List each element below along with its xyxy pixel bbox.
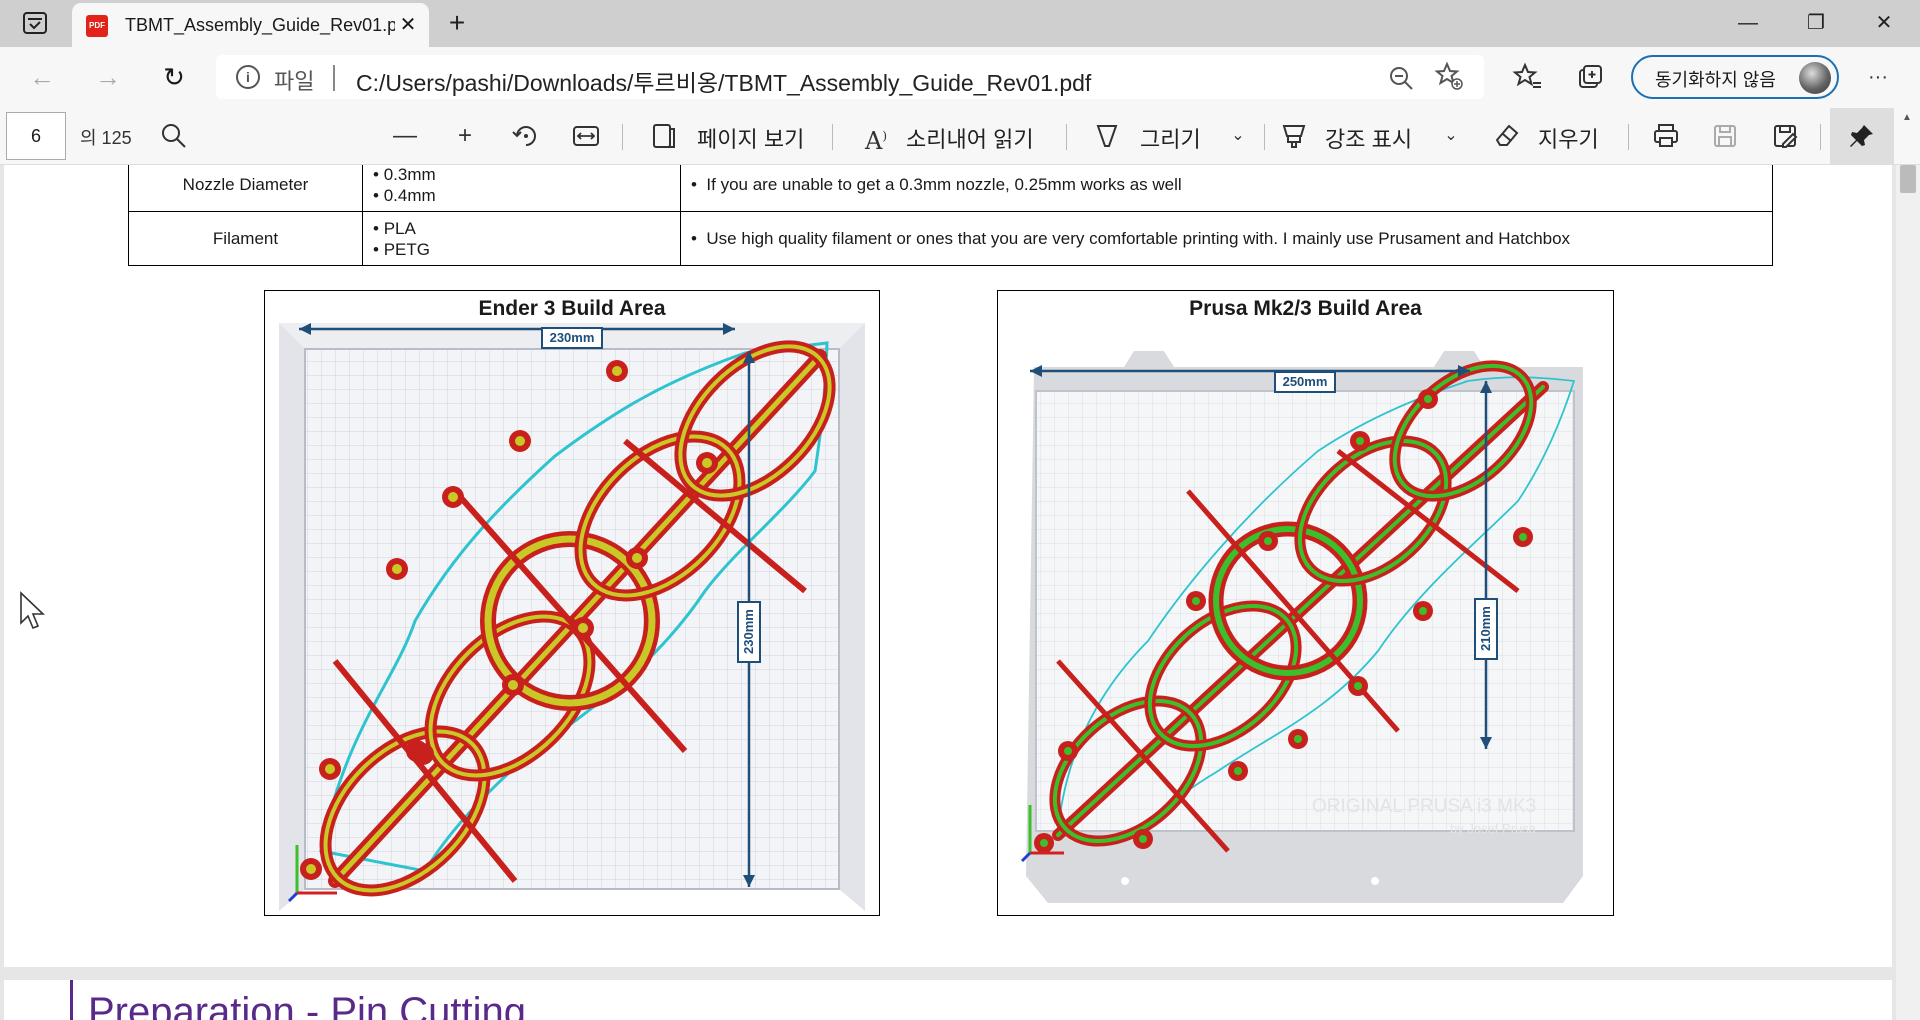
draw-button[interactable]: 그리기 bbox=[1140, 122, 1201, 154]
spec-values: • 0.3mm • 0.4mm bbox=[362, 165, 681, 212]
pin-toolbar-button[interactable] bbox=[1830, 108, 1894, 165]
highlight-button[interactable]: 강조 표시 bbox=[1325, 122, 1412, 154]
printer-watermark: ORIGINAL PRUSA i3 MK3 bbox=[1312, 796, 1537, 817]
toolbar-divider bbox=[1820, 124, 1821, 150]
minimize-button[interactable]: — bbox=[1718, 4, 1778, 42]
address-bar[interactable]: i 파일 C:/Users/pashi/Downloads/투르비옹/TBMT_… bbox=[216, 55, 1484, 99]
spec-note: • Use high quality filament or ones that… bbox=[680, 211, 1773, 266]
read-aloud-icon[interactable]: A) bbox=[860, 120, 892, 155]
print-icon[interactable] bbox=[1650, 120, 1682, 152]
toolbar-divider bbox=[622, 124, 623, 150]
restore-button[interactable]: ❐ bbox=[1786, 4, 1846, 42]
height-label: 210mm bbox=[1474, 598, 1498, 660]
pdf-page: Preparation - Pin Cutting bbox=[4, 980, 1892, 1020]
forward-button[interactable]: → bbox=[90, 59, 126, 95]
ender-build-area-figure: Ender 3 Build Area 230mm 230mm bbox=[264, 290, 880, 916]
back-button[interactable]: ← bbox=[24, 59, 60, 95]
toolbar-divider bbox=[1628, 124, 1629, 150]
highlight-dropdown-chevron-down-icon[interactable]: ⌄ bbox=[1435, 120, 1467, 152]
pdf-file-icon: PDF bbox=[86, 15, 108, 37]
tab-active[interactable]: PDF TBMT_Assembly_Guide_Rev01.pdf ✕ bbox=[72, 3, 429, 47]
printer-watermark-sub: by Josef Prusa bbox=[1450, 821, 1536, 836]
spec-note-text: Use high quality filament or ones that y… bbox=[706, 228, 1571, 248]
draw-icon[interactable] bbox=[1091, 120, 1123, 152]
spec-name: Filament bbox=[128, 211, 363, 266]
fit-width-icon[interactable] bbox=[570, 120, 602, 152]
read-aloud-button[interactable]: 소리내어 읽기 bbox=[906, 122, 1034, 154]
scroll-up-arrow-icon[interactable]: ▲ bbox=[1902, 112, 1912, 123]
spec-value: 0.4mm bbox=[383, 185, 436, 205]
vertical-scrollbar[interactable] bbox=[1896, 165, 1920, 1020]
pin-icon bbox=[1850, 125, 1873, 147]
pdf-page: Nozzle Diameter • 0.3mm • 0.4mm • If you … bbox=[4, 165, 1892, 967]
more-menu-button[interactable]: ··· bbox=[1862, 61, 1894, 93]
spec-values: • PLA • PETG bbox=[362, 211, 681, 266]
spec-note: • If you are unable to get a 0.3mm nozzl… bbox=[680, 165, 1773, 212]
spec-value: PLA bbox=[383, 218, 416, 238]
section-heading: Preparation - Pin Cutting bbox=[88, 990, 527, 1020]
page-view-button[interactable]: 페이지 보기 bbox=[697, 122, 804, 154]
width-label: 250mm bbox=[1274, 371, 1336, 393]
spec-name: Nozzle Diameter bbox=[128, 165, 363, 212]
table-row: Filament • PLA • PETG • Use high quality … bbox=[128, 211, 1773, 266]
add-favorite-icon[interactable] bbox=[1434, 61, 1464, 91]
draw-dropdown-chevron-down-icon[interactable]: ⌄ bbox=[1222, 120, 1254, 152]
erase-button[interactable]: 지우기 bbox=[1538, 122, 1599, 154]
toolbar-divider bbox=[1066, 124, 1067, 150]
save-icon bbox=[1714, 125, 1736, 147]
tab-title: TBMT_Assembly_Guide_Rev01.pdf bbox=[125, 15, 395, 35]
pdf-viewer[interactable]: Nozzle Diameter • 0.3mm • 0.4mm • If you … bbox=[0, 165, 1920, 1020]
title-bar: PDF TBMT_Assembly_Guide_Rev01.pdf ✕ + — … bbox=[0, 0, 1920, 47]
sync-profile-button[interactable]: 동기화하지 않음 bbox=[1631, 55, 1839, 99]
toolbar-divider bbox=[1264, 124, 1265, 150]
page-count: 의 125 bbox=[80, 128, 132, 148]
section-accent-bar bbox=[70, 980, 73, 1020]
address-url[interactable]: C:/Users/pashi/Downloads/투르비옹/TBMT_Assem… bbox=[356, 64, 1091, 98]
table-row: Nozzle Diameter • 0.3mm • 0.4mm • If you … bbox=[128, 165, 1773, 212]
scrollbar-thumb[interactable] bbox=[1900, 165, 1916, 193]
highlight-icon[interactable] bbox=[1278, 120, 1310, 152]
page-view-icon[interactable] bbox=[648, 120, 680, 152]
save-as-icon[interactable] bbox=[1769, 120, 1801, 152]
ender-build-plate-render bbox=[279, 323, 865, 911]
favorites-icon[interactable] bbox=[1511, 61, 1543, 93]
toolbar-divider bbox=[832, 124, 833, 150]
address-scheme: 파일 bbox=[274, 69, 315, 94]
mouse-cursor-icon bbox=[20, 591, 45, 630]
search-icon[interactable] bbox=[158, 120, 190, 152]
spec-value: 0.3mm bbox=[383, 165, 436, 184]
rotate-icon[interactable] bbox=[510, 120, 542, 152]
window-close-button[interactable]: ✕ bbox=[1854, 4, 1914, 42]
collections-icon[interactable] bbox=[1574, 61, 1606, 93]
page-number-input[interactable]: 6 bbox=[6, 112, 66, 160]
pdf-toolbar: 6 의 125 — + 페이지 보기 A) 소리내어 읽기 그리기 ⌄ 강조 표… bbox=[0, 108, 1920, 165]
zoom-out-icon[interactable] bbox=[1386, 63, 1416, 93]
eraser-icon[interactable] bbox=[1491, 120, 1523, 152]
zoom-in-button[interactable]: + bbox=[449, 120, 481, 152]
height-label: 230mm bbox=[737, 601, 761, 663]
spec-note-text: If you are unable to get a 0.3mm nozzle,… bbox=[706, 174, 1182, 194]
width-label: 230mm bbox=[541, 327, 603, 349]
tab-close-icon[interactable]: ✕ bbox=[394, 11, 422, 39]
address-row: ← → ↻ i 파일 C:/Users/pashi/Downloads/투르비옹… bbox=[0, 47, 1920, 108]
new-tab-button[interactable]: + bbox=[441, 8, 473, 40]
spec-value: PETG bbox=[383, 239, 430, 259]
prusa-build-area-figure: Prusa Mk2/3 Build Area 250mm 210mm ORIGI… bbox=[997, 290, 1614, 916]
avatar bbox=[1799, 62, 1831, 94]
specs-table: Nozzle Diameter • 0.3mm • 0.4mm • If you … bbox=[128, 165, 1773, 266]
zoom-out-button[interactable]: — bbox=[389, 120, 421, 152]
info-icon[interactable]: i bbox=[236, 65, 260, 89]
refresh-button[interactable]: ↻ bbox=[156, 59, 192, 95]
address-separator bbox=[333, 65, 335, 91]
sync-label: 동기화하지 않음 bbox=[1655, 70, 1776, 90]
tab-actions-icon[interactable] bbox=[18, 10, 52, 36]
